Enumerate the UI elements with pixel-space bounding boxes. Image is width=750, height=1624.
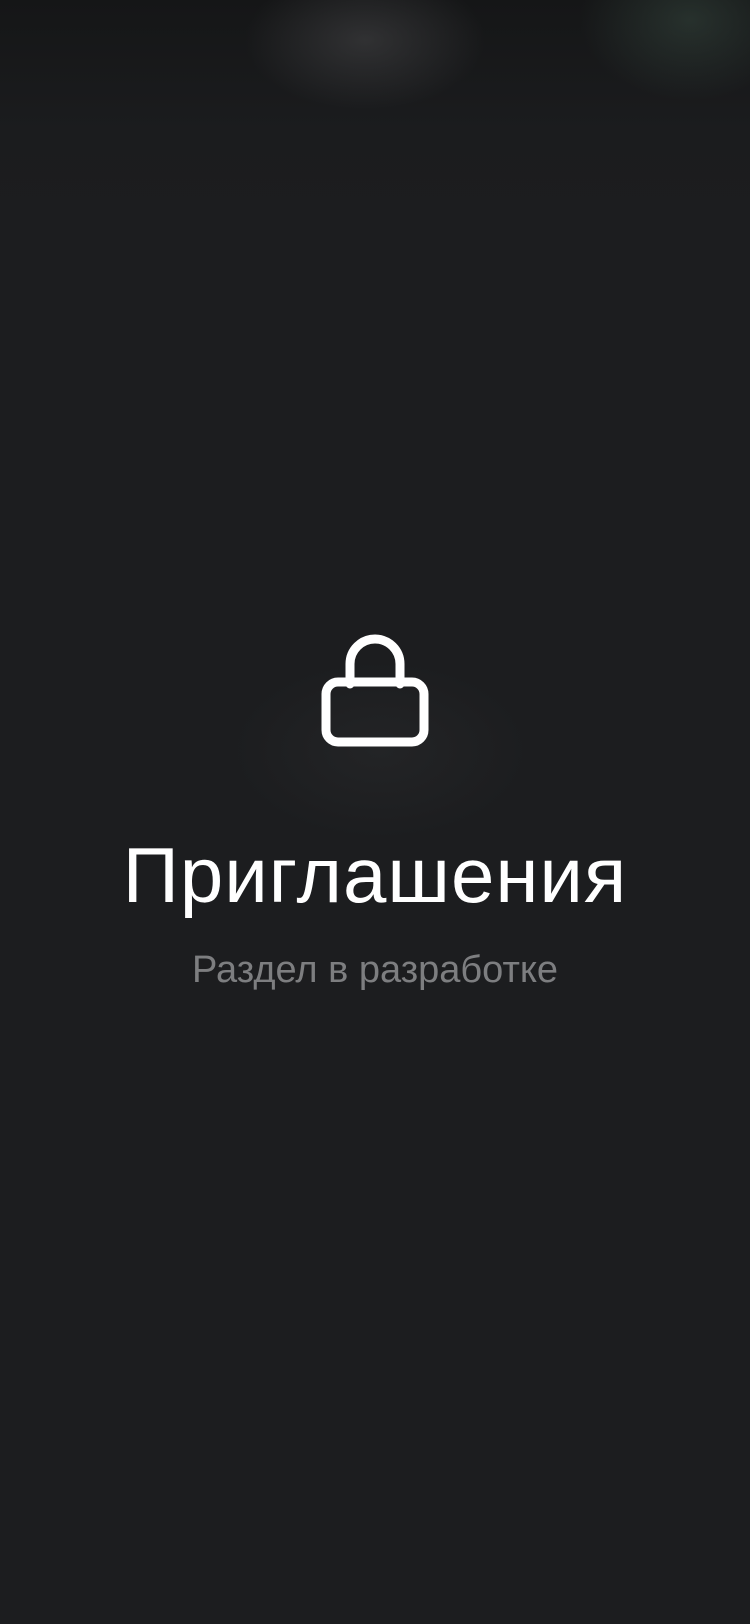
page-title: Приглашения bbox=[122, 831, 628, 919]
lock-icon bbox=[321, 634, 429, 747]
invitations-screen: Приглашения Раздел в разработке bbox=[0, 0, 750, 1624]
empty-state: Приглашения Раздел в разработке bbox=[0, 630, 750, 992]
top-background-glow bbox=[0, 0, 750, 220]
status-text: Раздел в разработке bbox=[191, 949, 559, 991]
